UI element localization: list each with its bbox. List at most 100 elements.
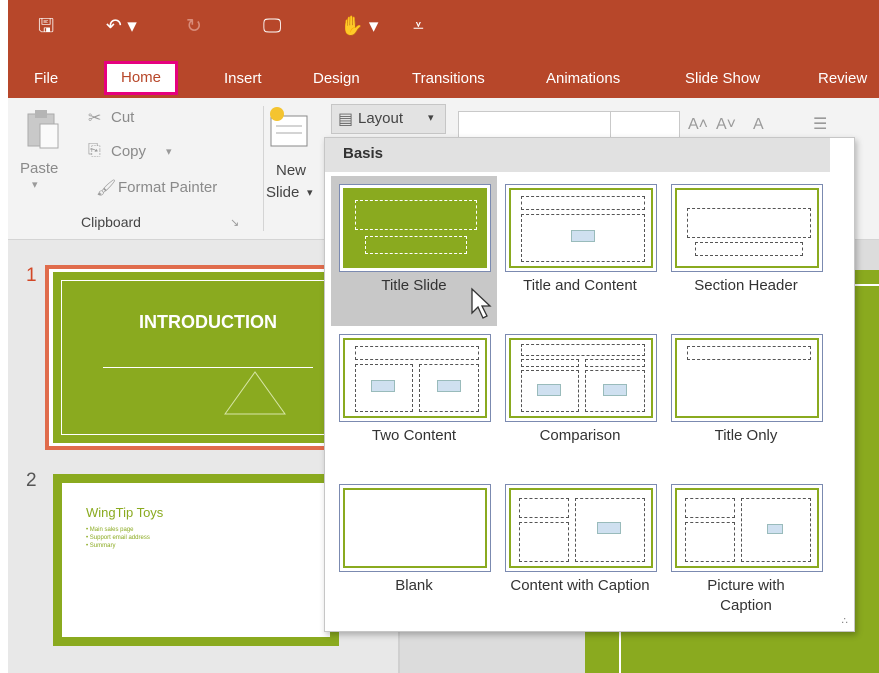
layout-thumbnail xyxy=(671,484,823,572)
copy-dropdown-icon[interactable]: ▾ xyxy=(166,145,172,158)
layout-label: Title and Content xyxy=(523,277,637,294)
layout-two-content[interactable]: Two Content xyxy=(331,326,497,476)
layout-label: Title Only xyxy=(714,427,778,444)
layout-section-header[interactable]: Section Header xyxy=(663,176,829,326)
redo-icon[interactable]: ↻ xyxy=(186,14,202,40)
tab-slide-show[interactable]: Slide Show xyxy=(685,66,760,92)
content-icons-icon xyxy=(571,230,595,242)
title-placeholder xyxy=(355,346,479,360)
slide-title: WingTip Toys xyxy=(86,505,164,520)
customize-toolbar-icon[interactable]: ⩡ xyxy=(413,14,424,40)
format-painter-button[interactable]: Format Painter xyxy=(118,179,217,196)
new-slide-label[interactable]: New xyxy=(276,162,306,179)
resize-grip-icon[interactable]: ∴ xyxy=(842,616,848,627)
layout-content-with-caption[interactable]: Content with Caption xyxy=(497,476,663,626)
layout-label: Section Header xyxy=(694,277,798,294)
slide-thumbnail-2[interactable]: WingTip Toys • Main sales page • Support… xyxy=(53,474,339,646)
tab-home[interactable]: Home xyxy=(104,61,179,95)
tab-file[interactable]: File xyxy=(34,66,58,92)
section-title: Basis xyxy=(343,145,384,162)
gallery-section-header: Basis xyxy=(325,138,830,172)
thumbnail-frame xyxy=(509,338,653,418)
cut-button[interactable]: Cut xyxy=(111,109,134,126)
heading-placeholder xyxy=(521,359,579,367)
ribbon-tab-bar: File Home Insert Design Transitions Anim… xyxy=(8,58,879,98)
layout-thumbnail xyxy=(339,334,491,422)
text-placeholder xyxy=(695,242,803,256)
layout-label: Blank xyxy=(395,577,433,594)
bullet-item: • Summary xyxy=(86,543,116,549)
title-placeholder xyxy=(687,346,811,360)
layout-thumbnail xyxy=(505,334,657,422)
group-separator xyxy=(263,106,264,231)
layout-button[interactable]: ▤ Layout ▾ xyxy=(331,104,446,134)
window-edge xyxy=(0,0,8,673)
mouse-cursor-icon xyxy=(471,287,492,319)
dialog-launcher-icon[interactable]: ↘ xyxy=(230,216,239,229)
tab-review[interactable]: Review xyxy=(818,66,867,92)
layout-label: Layout xyxy=(358,110,404,127)
layout-icon: ▤ xyxy=(338,111,354,128)
layout-label: Content with Caption xyxy=(510,577,650,594)
tab-animations[interactable]: Animations xyxy=(546,66,620,92)
thumbnail-frame xyxy=(343,338,487,418)
bullets-icon[interactable]: ☰ xyxy=(813,114,827,134)
content-icons-icon xyxy=(371,380,395,392)
layout-title-only[interactable]: Title Only xyxy=(663,326,829,476)
bullet-item: • Support email address xyxy=(86,535,150,541)
title-placeholder xyxy=(519,498,569,518)
content-icons-icon xyxy=(603,384,627,396)
title-placeholder xyxy=(685,498,735,518)
layout-label: Two Content xyxy=(371,427,457,444)
clear-formatting-icon[interactable]: A xyxy=(753,116,764,134)
layout-dropdown-icon: ▾ xyxy=(428,112,434,124)
layout-picture-with-caption[interactable]: Picture with Caption xyxy=(663,476,829,626)
presentation-from-start-icon[interactable]: 🖵 xyxy=(263,14,281,40)
quick-access-toolbar: 🖫 ↶ ▾ ↻ 🖵 ✋ ▾ ⩡ xyxy=(8,0,879,58)
layout-label: Picture with Caption xyxy=(707,577,785,614)
copy-button[interactable]: Copy xyxy=(111,143,146,160)
layout-thumbnail xyxy=(505,184,657,272)
copy-icon: ⎘ xyxy=(88,142,101,159)
title-placeholder xyxy=(521,344,645,356)
tab-transitions[interactable]: Transitions xyxy=(412,66,485,92)
paste-button[interactable]: Paste xyxy=(20,160,58,177)
content-icons-icon xyxy=(597,522,621,534)
text-placeholder xyxy=(519,522,569,562)
new-slide-icon[interactable] xyxy=(267,106,311,150)
slide-number: 1 xyxy=(26,265,37,286)
thumbnail-frame xyxy=(675,188,819,268)
new-slide-label-2[interactable]: Slide xyxy=(266,184,299,201)
tab-design[interactable]: Design xyxy=(313,66,360,92)
picture-icon xyxy=(767,524,783,534)
layout-title-and-content[interactable]: Title and Content xyxy=(497,176,663,326)
bullet-item: • Main sales page xyxy=(86,527,134,533)
text-placeholder xyxy=(685,522,735,562)
layout-thumbnail xyxy=(339,184,491,272)
layout-comparison[interactable]: Comparison xyxy=(497,326,663,476)
thumbnail-frame xyxy=(675,338,819,418)
touch-mode-icon[interactable]: ✋ ▾ xyxy=(340,14,378,40)
increase-font-icon[interactable]: A˄ xyxy=(688,116,708,134)
scissors-icon: ✂ xyxy=(88,110,102,127)
title-placeholder xyxy=(687,208,811,238)
layout-thumbnail xyxy=(671,184,823,272)
tab-insert[interactable]: Insert xyxy=(224,66,262,92)
layout-thumbnail xyxy=(505,484,657,572)
slide-title: INTRODUCTION xyxy=(139,312,277,332)
slide-thumbnail-1[interactable]: INTRODUCTION xyxy=(53,272,339,443)
content-icons-icon xyxy=(537,384,561,396)
layout-label: Comparison xyxy=(539,427,621,444)
undo-icon[interactable]: ↶ ▾ xyxy=(106,14,137,40)
decrease-font-icon[interactable]: A˅ xyxy=(716,116,736,134)
heading-placeholder xyxy=(585,359,645,367)
new-slide-dropdown-icon[interactable]: ▾ xyxy=(307,186,313,199)
layout-blank[interactable]: Blank xyxy=(331,476,497,626)
clipboard-group-label: Clipboard xyxy=(81,214,141,230)
paste-dropdown-icon[interactable]: ▾ xyxy=(32,178,38,191)
layout-thumbnail xyxy=(339,484,491,572)
save-icon[interactable]: 🖫 xyxy=(38,14,54,40)
content-icons-icon xyxy=(437,380,461,392)
paste-icon[interactable] xyxy=(26,108,60,152)
title-placeholder xyxy=(355,200,477,230)
